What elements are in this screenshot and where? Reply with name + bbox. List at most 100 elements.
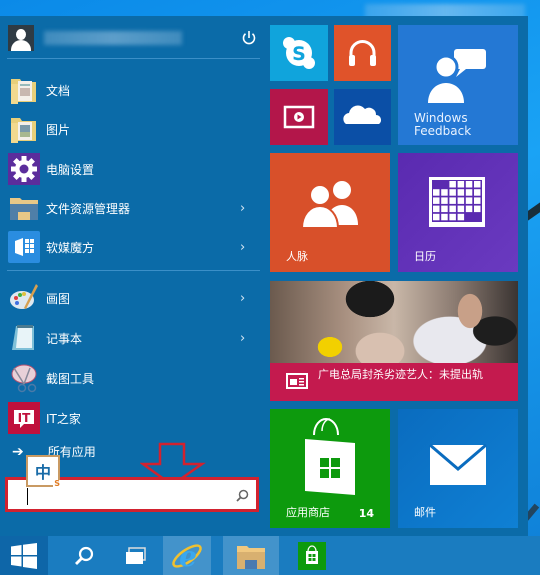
- tile-video[interactable]: [270, 89, 328, 145]
- notepad-icon: [12, 325, 34, 350]
- menu-item-documents[interactable]: 文档: [0, 70, 262, 110]
- tile-calendar[interactable]: 日历: [398, 153, 518, 272]
- task-view-icon: [126, 546, 146, 564]
- menu-item-ithome[interactable]: IT IT之家: [0, 398, 262, 438]
- calendar-cell: [465, 181, 473, 188]
- calendar-icon: [429, 177, 485, 227]
- tile-label: 人脉: [286, 250, 308, 263]
- tile-skype[interactable]: S: [270, 25, 328, 81]
- menu-item-paint[interactable]: 画图 ›: [0, 278, 262, 318]
- tile-store[interactable]: 应用商店 14: [270, 409, 390, 528]
- tile-news[interactable]: 广电总局封杀劣迹艺人：未提出轨: [270, 281, 518, 401]
- menu-item-ruanmei[interactable]: 软媒魔方 ›: [0, 227, 262, 267]
- file-explorer-icon: [10, 198, 38, 220]
- video-play-icon: [283, 105, 315, 129]
- tile-windows-feedback[interactable]: Windows Feedback: [398, 25, 518, 145]
- tile-people[interactable]: 人脉: [270, 153, 390, 272]
- store-bag-icon: [298, 541, 326, 570]
- taskbar-store[interactable]: [294, 536, 330, 575]
- snipping-tool-icon: [11, 364, 37, 393]
- settings-gear-icon: [8, 153, 40, 185]
- taskbar: e: [0, 536, 540, 575]
- news-headline: 广电总局封杀劣迹艺人：未提出轨: [318, 368, 483, 381]
- calendar-cell: [465, 205, 473, 213]
- menu-item-label: 截图工具: [46, 371, 95, 386]
- ithome-icon: IT: [8, 402, 40, 434]
- calendar-cell: [441, 205, 448, 213]
- calendar-cell: [465, 197, 473, 204]
- divider: [7, 58, 260, 59]
- ime-mode-char: 中: [34, 463, 51, 482]
- user-icon: [8, 24, 34, 51]
- menu-item-label: 软媒魔方: [46, 240, 95, 255]
- user-name-blurred: [44, 30, 182, 45]
- folder-icon: [237, 545, 265, 569]
- ime-sub-label: S: [53, 479, 61, 488]
- calendar-cell: [449, 213, 456, 221]
- tile-label: Windows Feedback: [414, 111, 472, 138]
- menu-item-label: 电脑设置: [46, 162, 95, 177]
- power-icon: [242, 31, 256, 45]
- svg-text:S: S: [292, 43, 306, 65]
- tile-onedrive[interactable]: [334, 89, 391, 145]
- windows-logo-icon: [11, 542, 37, 569]
- taskbar-file-explorer[interactable]: [223, 536, 279, 575]
- divider: [7, 270, 260, 271]
- chevron-right-icon[interactable]: ›: [240, 291, 245, 306]
- skype-icon: S: [283, 37, 315, 69]
- menu-item-notepad[interactable]: 记事本 ›: [0, 318, 262, 358]
- task-view-button[interactable]: [118, 536, 154, 575]
- chevron-right-icon[interactable]: ›: [240, 331, 245, 346]
- calendar-cell: [465, 189, 473, 196]
- ruanmei-mofang-icon: [8, 231, 40, 263]
- calendar-cell: [449, 197, 456, 204]
- feedback-person-icon: [428, 49, 486, 103]
- start-button[interactable]: [0, 536, 48, 575]
- menu-item-file-explorer[interactable]: 文件资源管理器 ›: [0, 188, 262, 228]
- calendar-cell: [474, 197, 481, 204]
- menu-item-snipping-tool[interactable]: 截图工具: [0, 358, 262, 398]
- store-bag-icon: [305, 417, 355, 495]
- documents-folder-icon: [11, 79, 36, 104]
- mail-envelope-icon: [429, 443, 487, 485]
- menu-item-label: 图片: [46, 122, 71, 137]
- calendar-cell: [441, 197, 448, 204]
- calendar-cell: [449, 181, 456, 188]
- svg-text:e: e: [179, 540, 197, 573]
- calendar-cell: [449, 205, 456, 213]
- calendar-cell: [433, 205, 440, 213]
- tile-mail[interactable]: 邮件: [398, 409, 518, 528]
- calendar-cell: [433, 213, 440, 221]
- ime-indicator[interactable]: 中 S: [26, 455, 61, 488]
- taskbar-search-button[interactable]: [66, 536, 102, 575]
- tile-music[interactable]: [334, 25, 391, 81]
- news-caption-bar: 广电总局封杀劣迹艺人：未提出轨: [270, 363, 518, 401]
- people-icon: [300, 181, 358, 229]
- search-icon[interactable]: [236, 489, 249, 502]
- news-icon: [286, 373, 308, 389]
- chevron-right-icon[interactable]: ›: [240, 240, 245, 255]
- news-photo: [270, 281, 518, 363]
- menu-item-label: 文档: [46, 83, 71, 98]
- power-button[interactable]: [238, 27, 260, 49]
- svg-text:IT: IT: [18, 411, 31, 425]
- menu-item-pc-settings[interactable]: 电脑设置: [0, 149, 262, 189]
- tile-badge-count: 14: [358, 507, 374, 520]
- user-account[interactable]: [8, 24, 260, 51]
- menu-item-pictures[interactable]: 图片: [0, 109, 262, 149]
- calendar-cell: [449, 189, 456, 196]
- menu-item-label: 画图: [46, 291, 71, 306]
- tile-label: 日历: [414, 250, 436, 263]
- chevron-right-icon[interactable]: ›: [240, 201, 245, 216]
- calendar-cell: [457, 189, 465, 196]
- calendar-cell: [441, 213, 448, 221]
- calendar-cell: [457, 197, 465, 204]
- menu-item-label: 记事本: [46, 331, 83, 346]
- headphones-icon: [349, 40, 376, 66]
- search-icon: [75, 546, 94, 565]
- calendar-cell: [441, 189, 448, 196]
- taskbar-internet-explorer[interactable]: e: [163, 536, 211, 575]
- calendar-cell: [457, 205, 465, 213]
- menu-item-label: IT之家: [46, 411, 81, 426]
- ie-icon: e: [172, 540, 202, 573]
